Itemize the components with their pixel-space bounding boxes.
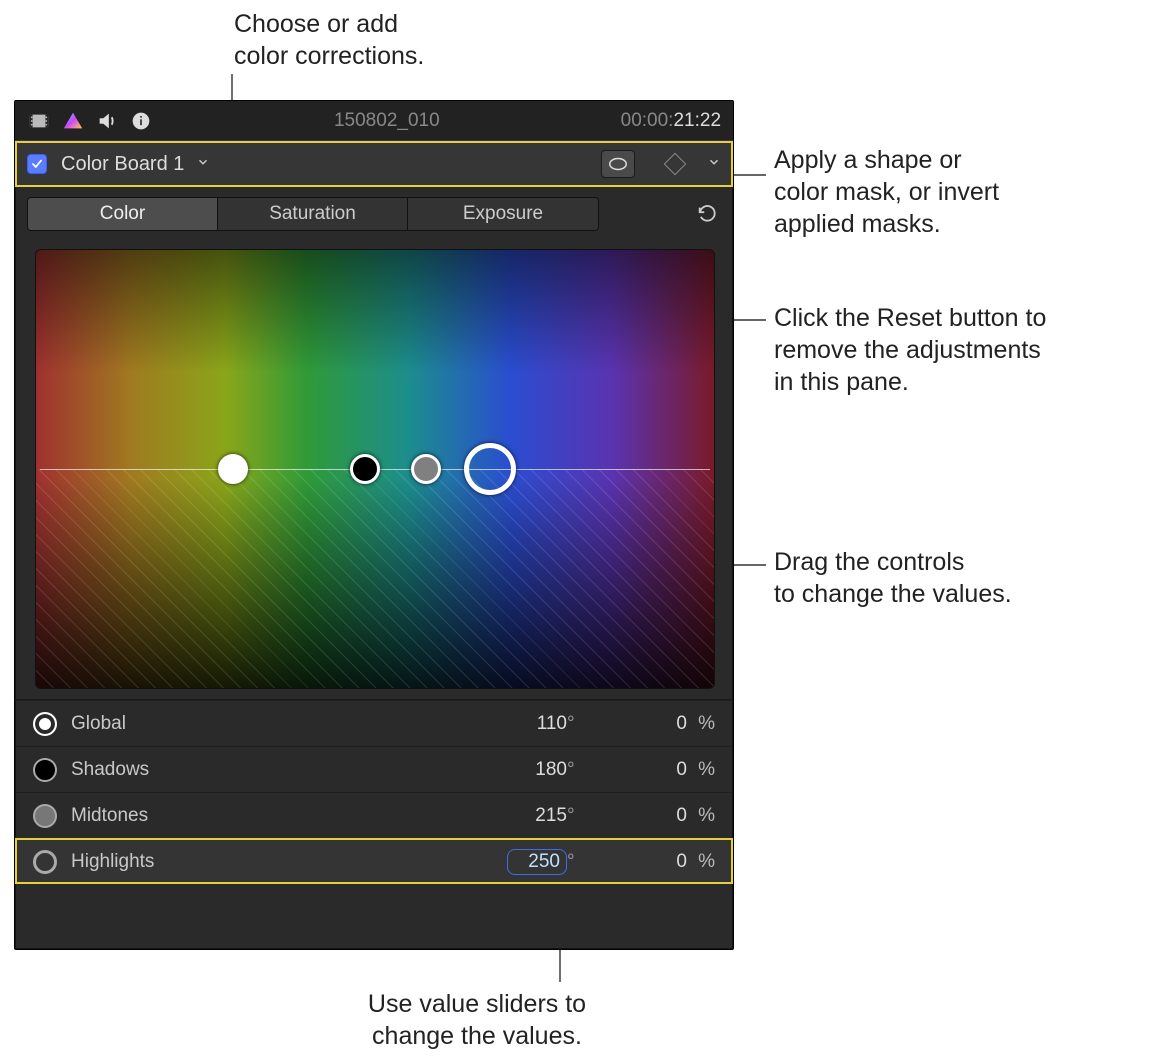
color-board-tabs: Color Saturation Exposure (15, 187, 733, 241)
row-shadows: Shadows 180 ° 0 % (15, 746, 733, 792)
clip-name: 150802_010 (334, 110, 440, 132)
row-highlights-icon (33, 850, 57, 874)
keyframe-diamond-icon[interactable] (664, 153, 687, 176)
timecode-active: 21:22 (673, 110, 721, 131)
callout-drag: Drag the controls to change the values. (774, 546, 1154, 610)
color-inspector-panel: 150802_010 00:00:21:22 Color Board 1 (14, 100, 734, 950)
color-inspector-icon[interactable] (61, 109, 85, 133)
chevron-down-icon[interactable] (196, 155, 210, 174)
highlights-hue-value[interactable]: 250 (507, 849, 567, 875)
callout-mask: Apply a shape or color mask, or invert a… (774, 144, 1154, 240)
chevron-down-icon[interactable] (707, 155, 721, 174)
puck-global[interactable] (218, 454, 248, 484)
tab-exposure[interactable]: Exposure (408, 198, 598, 230)
color-board-lower-hatch (36, 469, 714, 688)
shadows-hue-value[interactable]: 180 (501, 759, 567, 781)
row-highlights: Highlights 250 ° 0 % (15, 838, 733, 884)
degree-symbol: ° (567, 851, 587, 873)
degree-symbol: ° (567, 713, 587, 735)
degree-symbol: ° (567, 759, 587, 781)
color-board-area[interactable] (35, 249, 715, 689)
inspector-toolbar: 150802_010 00:00:21:22 (15, 101, 733, 141)
audio-inspector-icon[interactable] (95, 109, 119, 133)
effect-name: Color Board 1 (61, 153, 184, 176)
tab-saturation[interactable]: Saturation (218, 198, 408, 230)
row-global-icon (33, 712, 57, 736)
effect-enable-checkbox[interactable] (27, 154, 47, 174)
timecode-grey: 00:00: (621, 110, 674, 131)
tab-color[interactable]: Color (28, 198, 218, 230)
midtones-pct-value[interactable]: 0 (607, 805, 687, 827)
timecode: 00:00:21:22 (621, 110, 721, 132)
row-global: Global 110 ° 0 % (15, 700, 733, 746)
midtones-hue-value[interactable]: 215 (501, 805, 567, 827)
shadows-pct-value[interactable]: 0 (607, 759, 687, 781)
row-midtones-label: Midtones (71, 805, 271, 827)
percent-symbol: % (687, 759, 715, 781)
row-global-label: Global (71, 713, 271, 735)
global-pct-value[interactable]: 0 (607, 713, 687, 735)
percent-symbol: % (687, 805, 715, 827)
row-midtones: Midtones 215 ° 0 % (15, 792, 733, 838)
mask-button[interactable] (601, 150, 635, 178)
info-inspector-icon[interactable] (129, 109, 153, 133)
percent-symbol: % (687, 713, 715, 735)
row-shadows-icon (33, 758, 57, 782)
callout-sliders: Use value sliders to change the values. (277, 988, 677, 1052)
reset-button[interactable] (693, 200, 721, 228)
row-shadows-label: Shadows (71, 759, 271, 781)
callout-choose-corrections: Choose or add color corrections. (234, 8, 614, 72)
puck-midtones[interactable] (411, 454, 441, 484)
row-highlights-label: Highlights (71, 851, 271, 873)
color-correction-picker[interactable]: Color Board 1 (15, 141, 733, 187)
value-rows: Global 110 ° 0 % Shadows 180 ° 0 % Midto… (15, 699, 733, 884)
degree-symbol: ° (567, 805, 587, 827)
puck-highlights[interactable] (464, 443, 516, 495)
highlights-pct-value[interactable]: 0 (607, 851, 687, 873)
puck-shadows[interactable] (350, 454, 380, 484)
video-inspector-icon[interactable] (27, 109, 51, 133)
percent-symbol: % (687, 851, 715, 873)
global-hue-value[interactable]: 110 (501, 713, 567, 735)
row-midtones-icon (33, 804, 57, 828)
callout-reset: Click the Reset button to remove the adj… (774, 302, 1154, 398)
